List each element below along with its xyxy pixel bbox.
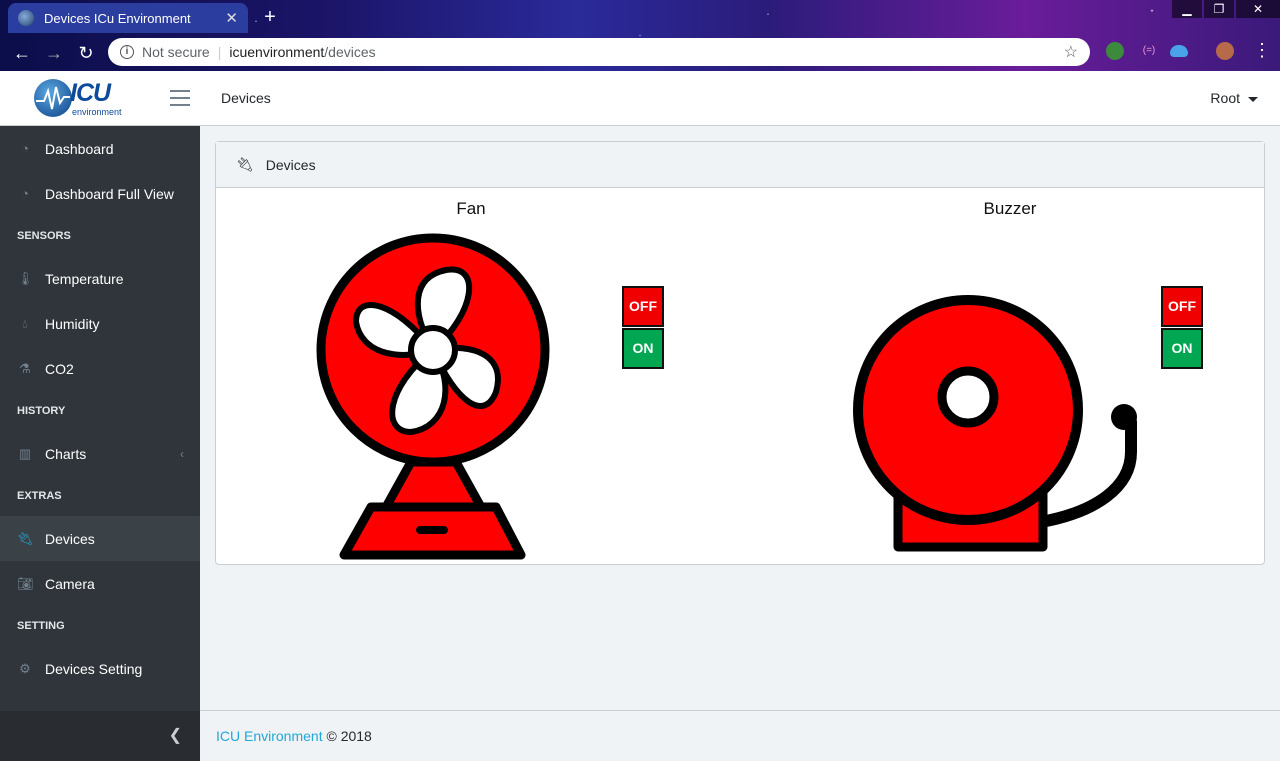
card-title: Devices [265,156,316,173]
sidebar-item-label: Temperature [45,270,124,287]
forward-arrow-icon[interactable]: → [38,43,70,64]
plug-icon: 🔌︎ [236,156,254,172]
reload-icon[interactable]: ↻ [70,43,102,64]
address-bar[interactable]: i Not secure | icuenvironment /devices ☆ [108,38,1090,66]
logo-subtext: environment [72,107,122,117]
tab-close-icon[interactable]: ✕ [225,9,238,27]
sidebar-item-label: Dashboard [45,140,114,157]
app-footer: ICU Environment © 2018 [200,710,1280,761]
sidebar-item-label: CO2 [45,360,74,377]
window-controls: ▁ ❐ ✕ [1170,0,1280,18]
device-name-buzzer: Buzzer [983,199,1037,218]
drop-icon: 💧︎ [22,315,28,331]
fan-switch: OFF ON [622,286,664,369]
fan-off-button[interactable]: OFF [622,286,664,327]
buzzer-off-button[interactable]: OFF [1161,286,1203,327]
sidebar-item-dashboard-full-view[interactable]: ◔ Dashboard Full View [0,171,200,216]
devices-card: 🔌︎ Devices Fan OFF ON Buzzer OFF ON [215,141,1265,565]
section-title-setting: SETTING [17,620,65,632]
window-close-button[interactable]: ✕ [1236,0,1280,18]
sidebar-item-charts[interactable]: ▥ Charts ‹ [0,431,200,476]
browser-toolbar: ← → ↻ i Not secure | icuenvironment /dev… [0,36,1280,70]
sidebar: ◔ Dashboard ◔ Dashboard Full View SENSOR… [0,126,200,761]
caret-down-icon [1248,96,1258,102]
sidebar-toggle-icon[interactable] [170,90,190,106]
device-name-fan: Fan [456,199,486,218]
breadcrumb[interactable]: Devices [221,90,271,106]
logo-text: ICU [70,79,111,107]
user-name: Root [1210,90,1240,106]
info-icon[interactable]: i [120,45,134,59]
site-favicon-icon [18,10,34,26]
footer-copyright: © 2018 [326,728,372,744]
section-title-sensors: SENSORS [17,230,71,242]
card-header: 🔌︎ Devices [216,142,1264,188]
section-title-history: HISTORY [17,405,66,417]
new-tab-button[interactable]: + [258,6,282,29]
chevron-left-icon: ❮ [168,727,182,744]
speedometer-icon: ◔ [21,186,29,201]
bar-chart-icon: ▥ [18,445,32,461]
logo-globe-icon [34,79,72,117]
minimize-button[interactable]: ▁ [1172,0,1202,18]
not-secure-label: Not secure [142,44,210,60]
back-arrow-icon[interactable]: ← [6,43,38,64]
sidebar-item-label: Devices Setting [45,660,143,677]
buzzer-on-button[interactable]: ON [1161,328,1203,369]
bookmark-star-icon[interactable]: ☆ [1064,42,1078,62]
url-path: /devices [324,44,376,60]
flask-icon: ⚗︎ [19,360,31,376]
bell-icon [853,295,1137,552]
browser-menu-icon[interactable]: ⋮ [1246,40,1278,61]
restore-button[interactable]: ❐ [1204,0,1234,18]
url-host: icuenvironment [229,44,325,60]
sidebar-item-devices-setting[interactable]: ⚙︎ Devices Setting [0,646,200,691]
thermometer-icon: 🌡︎ [17,270,34,286]
chevron-left-icon[interactable]: ‹ [180,447,184,461]
camera-icon: 📷︎ [17,575,34,591]
buzzer-switch: OFF ON [1161,286,1203,369]
tab-title: Devices ICu Environment [44,10,191,26]
sidebar-item-humidity[interactable]: 💧︎ Humidity [0,301,200,346]
gear-icon: ⚙︎ [19,660,31,676]
extension-cast-icon[interactable]: (=) [1140,42,1158,60]
browser-tab[interactable]: Devices ICu Environment ✕ [8,3,248,33]
sidebar-item-label: Dashboard Full View [45,185,174,202]
sidebar-item-devices[interactable]: 🔌︎ Devices [0,516,200,561]
sidebar-item-label: Charts [45,445,87,462]
profile-avatar[interactable] [1216,42,1234,60]
sidebar-item-camera[interactable]: 📷︎ Camera [0,561,200,606]
brand-logo[interactable]: ICU environment [34,77,124,119]
fan-icon [316,233,550,560]
sidebar-minimizer[interactable]: ❮ [0,711,200,761]
app-header: ICU environment Devices Root [0,71,1280,126]
sidebar-item-co2[interactable]: ⚗︎ CO2 [0,346,200,391]
fan-on-button[interactable]: ON [622,328,664,369]
sidebar-item-dashboard[interactable]: ◔ Dashboard [0,126,200,171]
plug-icon: 🔌︎ [17,530,34,546]
sidebar-item-temperature[interactable]: 🌡︎ Temperature [0,256,200,301]
sidebar-item-label: Camera [45,575,95,592]
cloud-icon[interactable] [1170,45,1188,57]
address-separator: | [217,44,222,60]
browser-chrome: Devices ICu Environment ✕ + ▁ ❐ ✕ ← → ↻ … [0,0,1280,71]
user-menu[interactable]: Root [1210,90,1258,106]
sidebar-item-label: Devices [45,530,95,547]
sidebar-item-label: Humidity [45,315,100,332]
speedometer-icon: ◔ [21,141,29,156]
footer-link[interactable]: ICU Environment [216,728,323,744]
section-title-extras: EXTRAS [17,490,62,502]
extension-cube-icon[interactable] [1106,42,1124,60]
